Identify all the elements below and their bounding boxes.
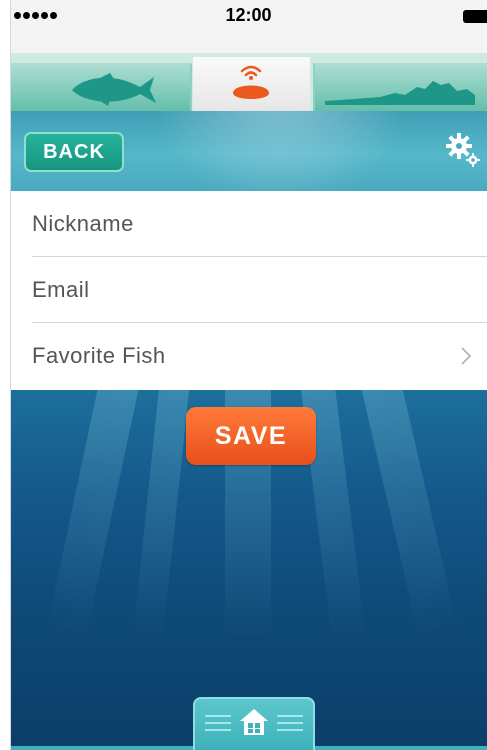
nickname-label: Nickname xyxy=(32,211,134,236)
back-button[interactable]: BACK xyxy=(24,132,124,172)
sonar-device-icon xyxy=(233,65,269,99)
gear-icon[interactable] xyxy=(444,131,482,169)
home-icon xyxy=(240,709,268,735)
header-bar: BACK xyxy=(10,111,487,191)
underwater-background: SAVE xyxy=(10,390,487,750)
email-field[interactable]: Email xyxy=(32,257,487,323)
status-time: 12:00 xyxy=(225,5,272,25)
bottom-contour-icon xyxy=(325,81,475,105)
top-tab-bar xyxy=(10,53,487,113)
favorite-fish-row[interactable]: Favorite Fish xyxy=(32,323,487,389)
phone-screen: 12:00 BACK Nickname Email Favorite Fish … xyxy=(10,0,487,750)
light-ray xyxy=(132,390,190,641)
favorite-fish-label: Favorite Fish xyxy=(32,343,166,368)
status-bar: 12:00 xyxy=(10,0,487,53)
email-label: Email xyxy=(32,277,90,302)
profile-form: Nickname Email Favorite Fish xyxy=(10,191,487,390)
save-button[interactable]: SAVE xyxy=(186,407,316,465)
light-ray xyxy=(46,390,140,639)
home-button[interactable] xyxy=(193,697,315,750)
fish-icon xyxy=(72,73,156,106)
battery-icon xyxy=(463,10,487,23)
tab-sonar[interactable] xyxy=(193,57,310,111)
chevron-right-icon xyxy=(461,347,471,365)
tab-fish[interactable] xyxy=(10,63,192,113)
nickname-field[interactable]: Nickname xyxy=(32,191,487,257)
tab-contour[interactable] xyxy=(313,63,487,113)
light-ray xyxy=(360,390,458,638)
